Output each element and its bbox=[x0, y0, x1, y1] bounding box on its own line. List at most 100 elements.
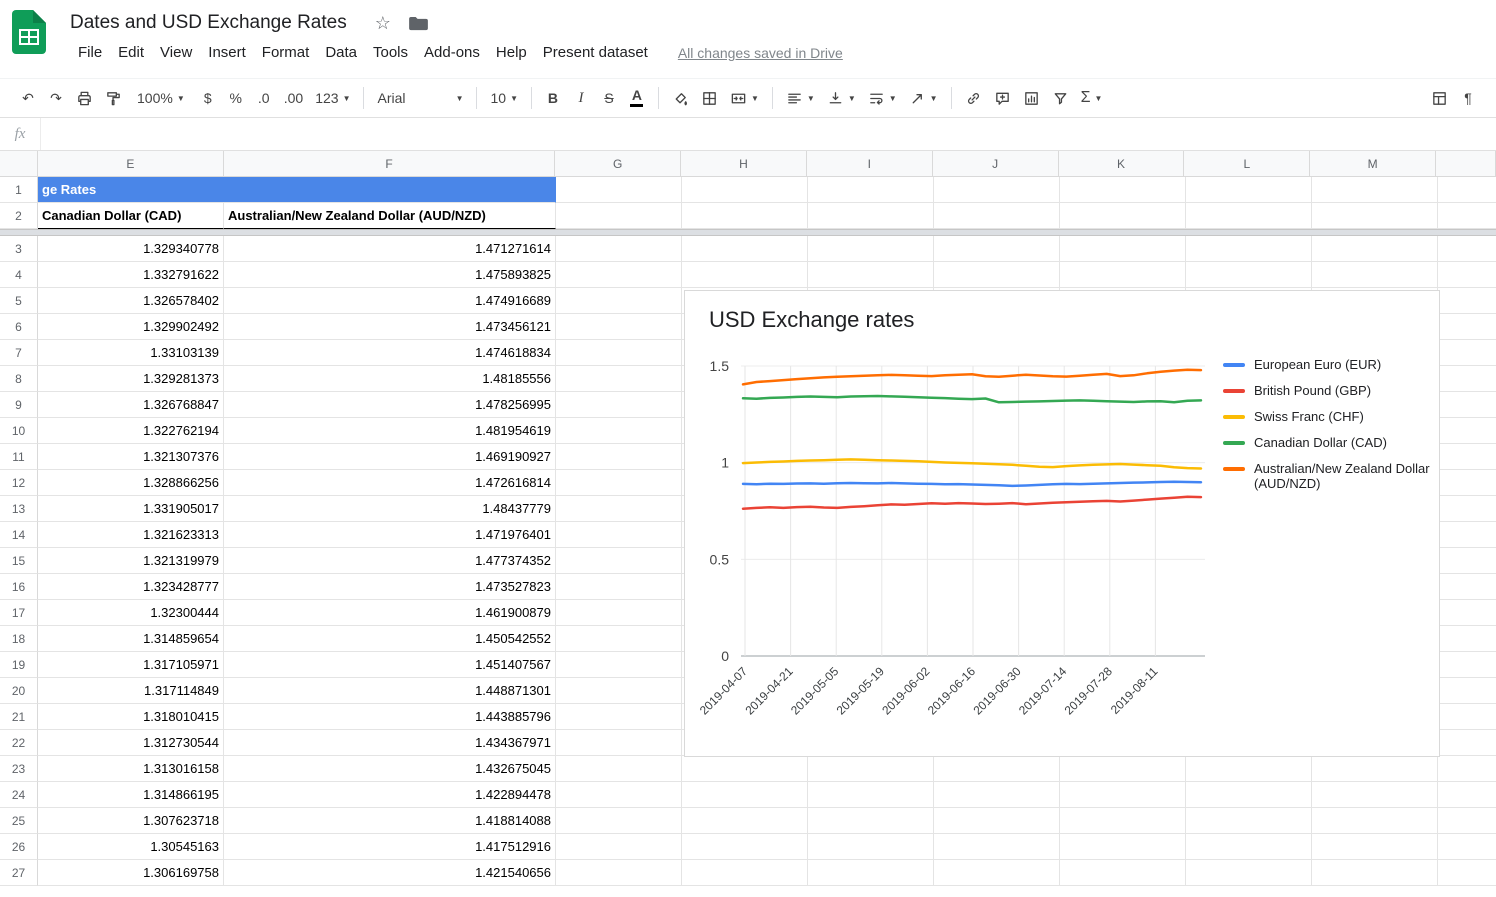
cell[interactable] bbox=[1060, 782, 1186, 808]
cell[interactable] bbox=[1186, 782, 1312, 808]
vertical-align-button[interactable]: ▼ bbox=[822, 85, 861, 111]
cell[interactable] bbox=[1438, 626, 1496, 652]
row-header-1[interactable]: 1 bbox=[0, 177, 38, 203]
row-header-2[interactable]: 2 bbox=[0, 203, 38, 229]
cell[interactable] bbox=[556, 756, 682, 782]
cell[interactable]: 1.475893825 bbox=[224, 262, 556, 288]
insert-link-button[interactable] bbox=[960, 85, 987, 111]
cell[interactable]: 1.323428777 bbox=[38, 574, 224, 600]
sheet-view-button[interactable] bbox=[1426, 85, 1453, 111]
row-header-27[interactable]: 27 bbox=[0, 860, 38, 886]
menu-present-dataset[interactable]: Present dataset bbox=[535, 41, 656, 64]
column-header-F[interactable]: F bbox=[224, 151, 556, 176]
cell[interactable]: 1.469190927 bbox=[224, 444, 556, 470]
header-cell-cad[interactable]: Canadian Dollar (CAD) bbox=[38, 203, 224, 229]
cell[interactable] bbox=[934, 756, 1060, 782]
cell[interactable] bbox=[1438, 392, 1496, 418]
horizontal-align-button[interactable]: ▼ bbox=[781, 85, 820, 111]
cell[interactable] bbox=[1438, 834, 1496, 860]
cell[interactable] bbox=[934, 860, 1060, 886]
cell[interactable] bbox=[682, 782, 808, 808]
menu-insert[interactable]: Insert bbox=[200, 41, 254, 64]
column-header-K[interactable]: K bbox=[1059, 151, 1185, 176]
font-size-select[interactable]: 10▼ bbox=[485, 85, 523, 111]
cell[interactable]: 1.314859654 bbox=[38, 626, 224, 652]
cell[interactable] bbox=[808, 756, 934, 782]
cell[interactable] bbox=[1438, 756, 1496, 782]
cell[interactable] bbox=[556, 366, 682, 392]
row-header-8[interactable]: 8 bbox=[0, 366, 38, 392]
redo-button[interactable]: ↷ bbox=[43, 85, 69, 111]
merged-title-cell[interactable]: ge Rates bbox=[38, 177, 556, 203]
cell[interactable]: 1.326578402 bbox=[38, 288, 224, 314]
cell[interactable] bbox=[1438, 177, 1496, 203]
cell[interactable] bbox=[1438, 704, 1496, 730]
cell[interactable] bbox=[556, 652, 682, 678]
cell[interactable]: 1.48185556 bbox=[224, 366, 556, 392]
cell[interactable] bbox=[556, 600, 682, 626]
cell[interactable] bbox=[556, 522, 682, 548]
cell[interactable] bbox=[1438, 808, 1496, 834]
cell[interactable] bbox=[1438, 600, 1496, 626]
row-header-21[interactable]: 21 bbox=[0, 704, 38, 730]
cell[interactable] bbox=[556, 860, 682, 886]
decrease-decimal-button[interactable]: .0 bbox=[251, 85, 277, 111]
cell[interactable] bbox=[1312, 808, 1438, 834]
row-header-5[interactable]: 5 bbox=[0, 288, 38, 314]
cell[interactable]: 1.32300444 bbox=[38, 600, 224, 626]
row-header-4[interactable]: 4 bbox=[0, 262, 38, 288]
cell[interactable]: 1.318010415 bbox=[38, 704, 224, 730]
row-header-24[interactable]: 24 bbox=[0, 782, 38, 808]
cell[interactable] bbox=[934, 808, 1060, 834]
legend-item[interactable]: Swiss Franc (CHF) bbox=[1223, 409, 1435, 424]
cell[interactable] bbox=[1060, 203, 1186, 229]
legend-item[interactable]: Canadian Dollar (CAD) bbox=[1223, 435, 1435, 450]
cell[interactable]: 1.321307376 bbox=[38, 444, 224, 470]
cell[interactable] bbox=[1060, 834, 1186, 860]
cell[interactable] bbox=[1186, 756, 1312, 782]
increase-decimal-button[interactable]: .00 bbox=[279, 85, 308, 111]
cell[interactable]: 1.450542552 bbox=[224, 626, 556, 652]
formula-input[interactable] bbox=[41, 118, 1496, 150]
percent-format-button[interactable]: % bbox=[223, 85, 249, 111]
cell[interactable] bbox=[1060, 860, 1186, 886]
cell[interactable]: 1.48437779 bbox=[224, 496, 556, 522]
cell[interactable]: 1.30545163 bbox=[38, 834, 224, 860]
cell[interactable] bbox=[556, 548, 682, 574]
cell[interactable] bbox=[1438, 203, 1496, 229]
legend-item[interactable]: British Pound (GBP) bbox=[1223, 383, 1435, 398]
cell[interactable] bbox=[934, 782, 1060, 808]
cell[interactable]: 1.472616814 bbox=[224, 470, 556, 496]
cell[interactable] bbox=[556, 808, 682, 834]
cell[interactable] bbox=[1312, 177, 1438, 203]
cell[interactable] bbox=[808, 203, 934, 229]
cell[interactable] bbox=[556, 236, 682, 262]
fill-color-button[interactable] bbox=[667, 85, 694, 111]
row-header-17[interactable]: 17 bbox=[0, 600, 38, 626]
column-header-G[interactable]: G bbox=[555, 151, 681, 176]
currency-format-button[interactable]: $ bbox=[195, 85, 221, 111]
cell[interactable] bbox=[1060, 236, 1186, 262]
cell[interactable]: 1.328866256 bbox=[38, 470, 224, 496]
insert-chart-button[interactable] bbox=[1018, 85, 1045, 111]
cell[interactable]: 1.329902492 bbox=[38, 314, 224, 340]
cell[interactable]: 1.471976401 bbox=[224, 522, 556, 548]
row-header-16[interactable]: 16 bbox=[0, 574, 38, 600]
cell[interactable] bbox=[1438, 548, 1496, 574]
column-header-L[interactable]: L bbox=[1184, 151, 1310, 176]
undo-button[interactable]: ↶ bbox=[15, 85, 41, 111]
cell[interactable] bbox=[808, 782, 934, 808]
cell[interactable] bbox=[556, 314, 682, 340]
cell[interactable] bbox=[808, 177, 934, 203]
more-formats-button[interactable]: 123▼ bbox=[310, 85, 355, 111]
cell[interactable]: 1.421540656 bbox=[224, 860, 556, 886]
cell[interactable] bbox=[556, 704, 682, 730]
cell[interactable] bbox=[1438, 236, 1496, 262]
cell[interactable]: 1.312730544 bbox=[38, 730, 224, 756]
cell[interactable] bbox=[1060, 262, 1186, 288]
cell[interactable] bbox=[934, 203, 1060, 229]
cell[interactable]: 1.417512916 bbox=[224, 834, 556, 860]
cell[interactable] bbox=[1438, 782, 1496, 808]
cell[interactable]: 1.473456121 bbox=[224, 314, 556, 340]
cell[interactable] bbox=[1186, 203, 1312, 229]
